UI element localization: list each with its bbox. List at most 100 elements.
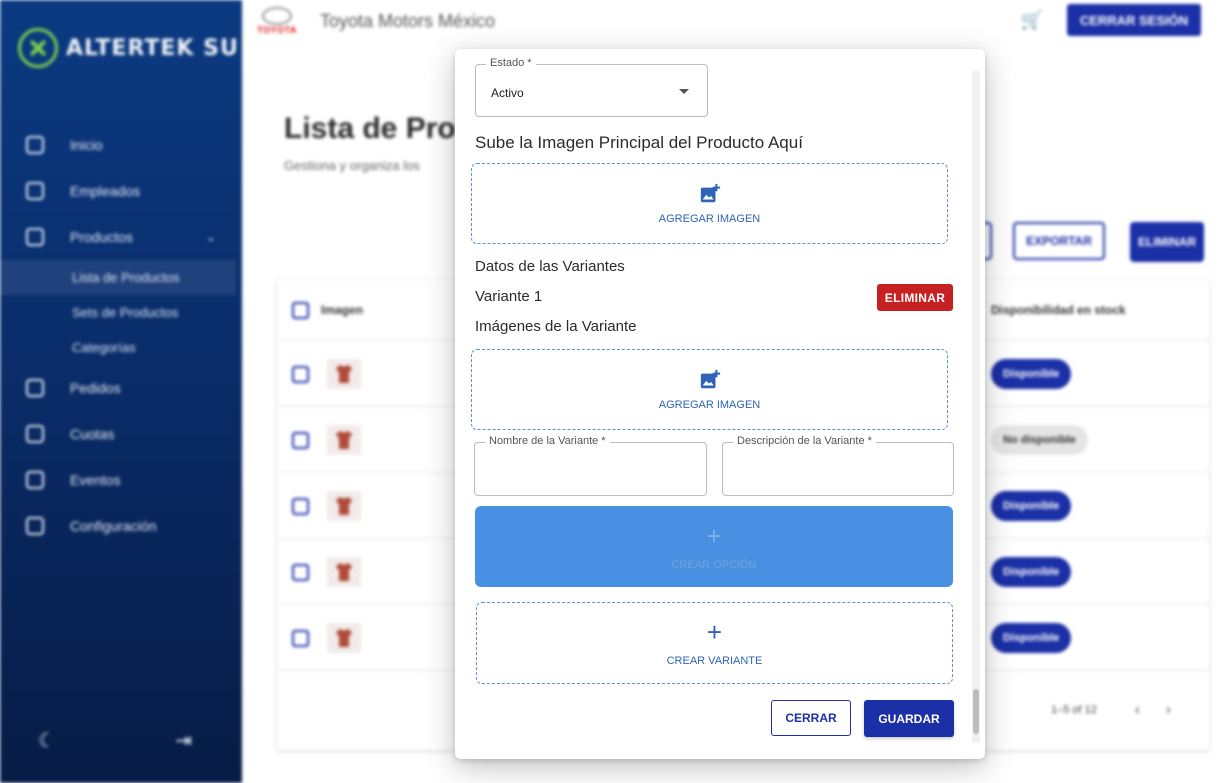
gear-icon xyxy=(26,517,44,535)
product-dialog: Estado * Activo Sube la Imagen Principal… xyxy=(455,49,985,759)
variant-name-field[interactable]: Nombre de la Variante * xyxy=(474,435,707,496)
tshirt-icon xyxy=(336,365,352,383)
status-badge: No disponible xyxy=(991,425,1088,455)
main-image-heading: Sube la Imagen Principal del Producto Aq… xyxy=(475,133,803,152)
status-badge: Disponible xyxy=(991,491,1072,521)
brand-name: ALTERTEK SU xyxy=(66,35,239,61)
moon-icon[interactable]: ☾ xyxy=(38,728,56,753)
company-logo: TOYOTA xyxy=(252,7,302,35)
table-header: Imagen xyxy=(292,280,363,340)
company-logo-text: TOYOTA xyxy=(257,25,297,35)
variant-name-label: Nombre de la Variante * xyxy=(485,435,610,447)
sidebar-subitem-lista-productos[interactable]: Lista de Productos xyxy=(0,260,236,295)
inbox-icon xyxy=(26,379,44,397)
variant-image-dropzone[interactable]: AGREGAR IMAGEN xyxy=(471,349,948,430)
add-photo-icon xyxy=(700,369,720,388)
coins-icon xyxy=(26,425,44,443)
estado-label: Estado * xyxy=(486,57,536,69)
create-option-button[interactable]: + CREAR OPCIÓN xyxy=(475,506,953,587)
product-thumbnail xyxy=(327,359,361,389)
sidebar-item-eventos[interactable]: Eventos xyxy=(0,457,242,503)
variant-images-heading: Imágenes de la Variante xyxy=(475,318,637,335)
sidebar-item-label: Configuración xyxy=(70,518,157,534)
add-image-label: AGREGAR IMAGEN xyxy=(658,212,761,225)
estado-value: Activo xyxy=(491,86,524,100)
variant-description-label: Descripción de la Variante * xyxy=(733,435,876,447)
brand-logo: ALTERTEK SU xyxy=(18,28,239,68)
sidebar-item-label: Productos xyxy=(70,229,134,245)
caret-down-icon xyxy=(679,89,689,94)
plus-icon: + xyxy=(706,520,722,551)
home-icon xyxy=(26,136,44,154)
page-title: Lista de Pro xyxy=(284,112,456,145)
pagination: 1–5 of 12 ‹ › xyxy=(1051,701,1171,718)
status-badge: Disponible xyxy=(991,557,1072,587)
chevron-left-icon[interactable]: ‹ xyxy=(1135,701,1140,718)
sidebar-item-empleados[interactable]: Empleados xyxy=(0,168,242,214)
product-thumbnail xyxy=(327,491,361,521)
plus-icon: + xyxy=(706,617,723,647)
create-variant-button[interactable]: + CREAR VARIANTE xyxy=(476,602,953,684)
sidebar-item-label: Empleados xyxy=(70,183,141,199)
variant-title: Variante 1 xyxy=(475,288,543,305)
row-checkbox[interactable] xyxy=(292,432,309,449)
sidebar-item-label: Pedidos xyxy=(70,380,121,396)
calendar-icon xyxy=(26,471,44,489)
product-thumbnail xyxy=(327,425,361,455)
page-subtitle: Gestiona y organiza los xyxy=(284,158,420,173)
logout-icon[interactable]: ⇥ xyxy=(175,728,192,753)
variant-description-field[interactable]: Descripción de la Variante * xyxy=(722,435,954,496)
create-variant-label: CREAR VARIANTE xyxy=(666,655,763,667)
row-checkbox[interactable] xyxy=(292,630,309,647)
column-header-image: Imagen xyxy=(321,303,364,317)
top-bar: TOYOTA Toyota Motors México 🛒 CERRAR SES… xyxy=(242,0,1225,42)
create-option-label: CREAR OPCIÓN xyxy=(671,558,757,571)
add-photo-icon xyxy=(700,183,720,202)
tshirt-icon xyxy=(336,563,352,581)
sidebar-nav: Inicio Empleados Productos ⌄ Lista de Pro… xyxy=(0,122,242,549)
scrollbar-track[interactable] xyxy=(972,71,980,743)
status-badge: Disponible xyxy=(991,623,1072,653)
box-icon xyxy=(26,228,44,246)
logout-button[interactable]: CERRAR SESIÓN xyxy=(1067,4,1201,36)
sidebar-item-configuracion[interactable]: Configuración xyxy=(0,503,242,549)
brand-mark-icon xyxy=(18,28,58,68)
sidebar: ALTERTEK SU Inicio Empleados Productos ⌄ … xyxy=(0,0,242,783)
select-all-checkbox[interactable] xyxy=(292,301,309,319)
status-badge: Disponible xyxy=(991,359,1072,389)
sidebar-item-cuotas[interactable]: Cuotas xyxy=(0,411,242,457)
export-button[interactable]: EXPORTAR xyxy=(1013,222,1105,260)
sidebar-subitem-categorias[interactable]: Categorías xyxy=(0,330,242,365)
scrollbar-thumb[interactable] xyxy=(973,689,979,734)
sidebar-item-label: Cuotas xyxy=(70,426,115,442)
row-checkbox[interactable] xyxy=(292,564,309,581)
tshirt-icon xyxy=(336,497,352,515)
users-icon xyxy=(26,182,44,200)
company-name: Toyota Motors México xyxy=(320,10,496,31)
tshirt-icon xyxy=(336,629,352,647)
chevron-down-icon: ⌄ xyxy=(205,230,216,244)
product-thumbnail xyxy=(327,557,361,587)
pagination-range: 1–5 of 12 xyxy=(1051,703,1097,716)
save-button[interactable]: GUARDAR xyxy=(864,700,954,737)
row-checkbox[interactable] xyxy=(292,366,309,383)
tshirt-icon xyxy=(336,431,352,449)
estado-select[interactable]: Estado * Activo xyxy=(475,57,708,117)
delete-variant-button[interactable]: ELIMINAR xyxy=(877,284,953,311)
sidebar-item-productos[interactable]: Productos ⌄ xyxy=(0,214,242,260)
variants-heading: Datos de las Variantes xyxy=(475,258,625,275)
chevron-right-icon[interactable]: › xyxy=(1166,701,1171,718)
row-checkbox[interactable] xyxy=(292,498,309,515)
sidebar-footer: ☾ ⇥ xyxy=(38,728,192,753)
close-button[interactable]: CERRAR xyxy=(771,700,851,736)
add-image-label: AGREGAR IMAGEN xyxy=(658,398,761,411)
toyota-emblem-icon xyxy=(262,7,292,25)
product-thumbnail xyxy=(327,623,361,653)
sidebar-subitem-sets-productos[interactable]: Sets de Productos xyxy=(0,295,242,330)
delete-button[interactable]: ELIMINAR xyxy=(1130,222,1204,262)
sidebar-item-inicio[interactable]: Inicio xyxy=(0,122,242,168)
main-image-dropzone[interactable]: AGREGAR IMAGEN xyxy=(471,163,948,244)
column-header-stock: Disponibilidad en stock xyxy=(991,303,1126,317)
sidebar-item-pedidos[interactable]: Pedidos xyxy=(0,365,242,411)
cart-icon[interactable]: 🛒 xyxy=(1021,10,1043,31)
